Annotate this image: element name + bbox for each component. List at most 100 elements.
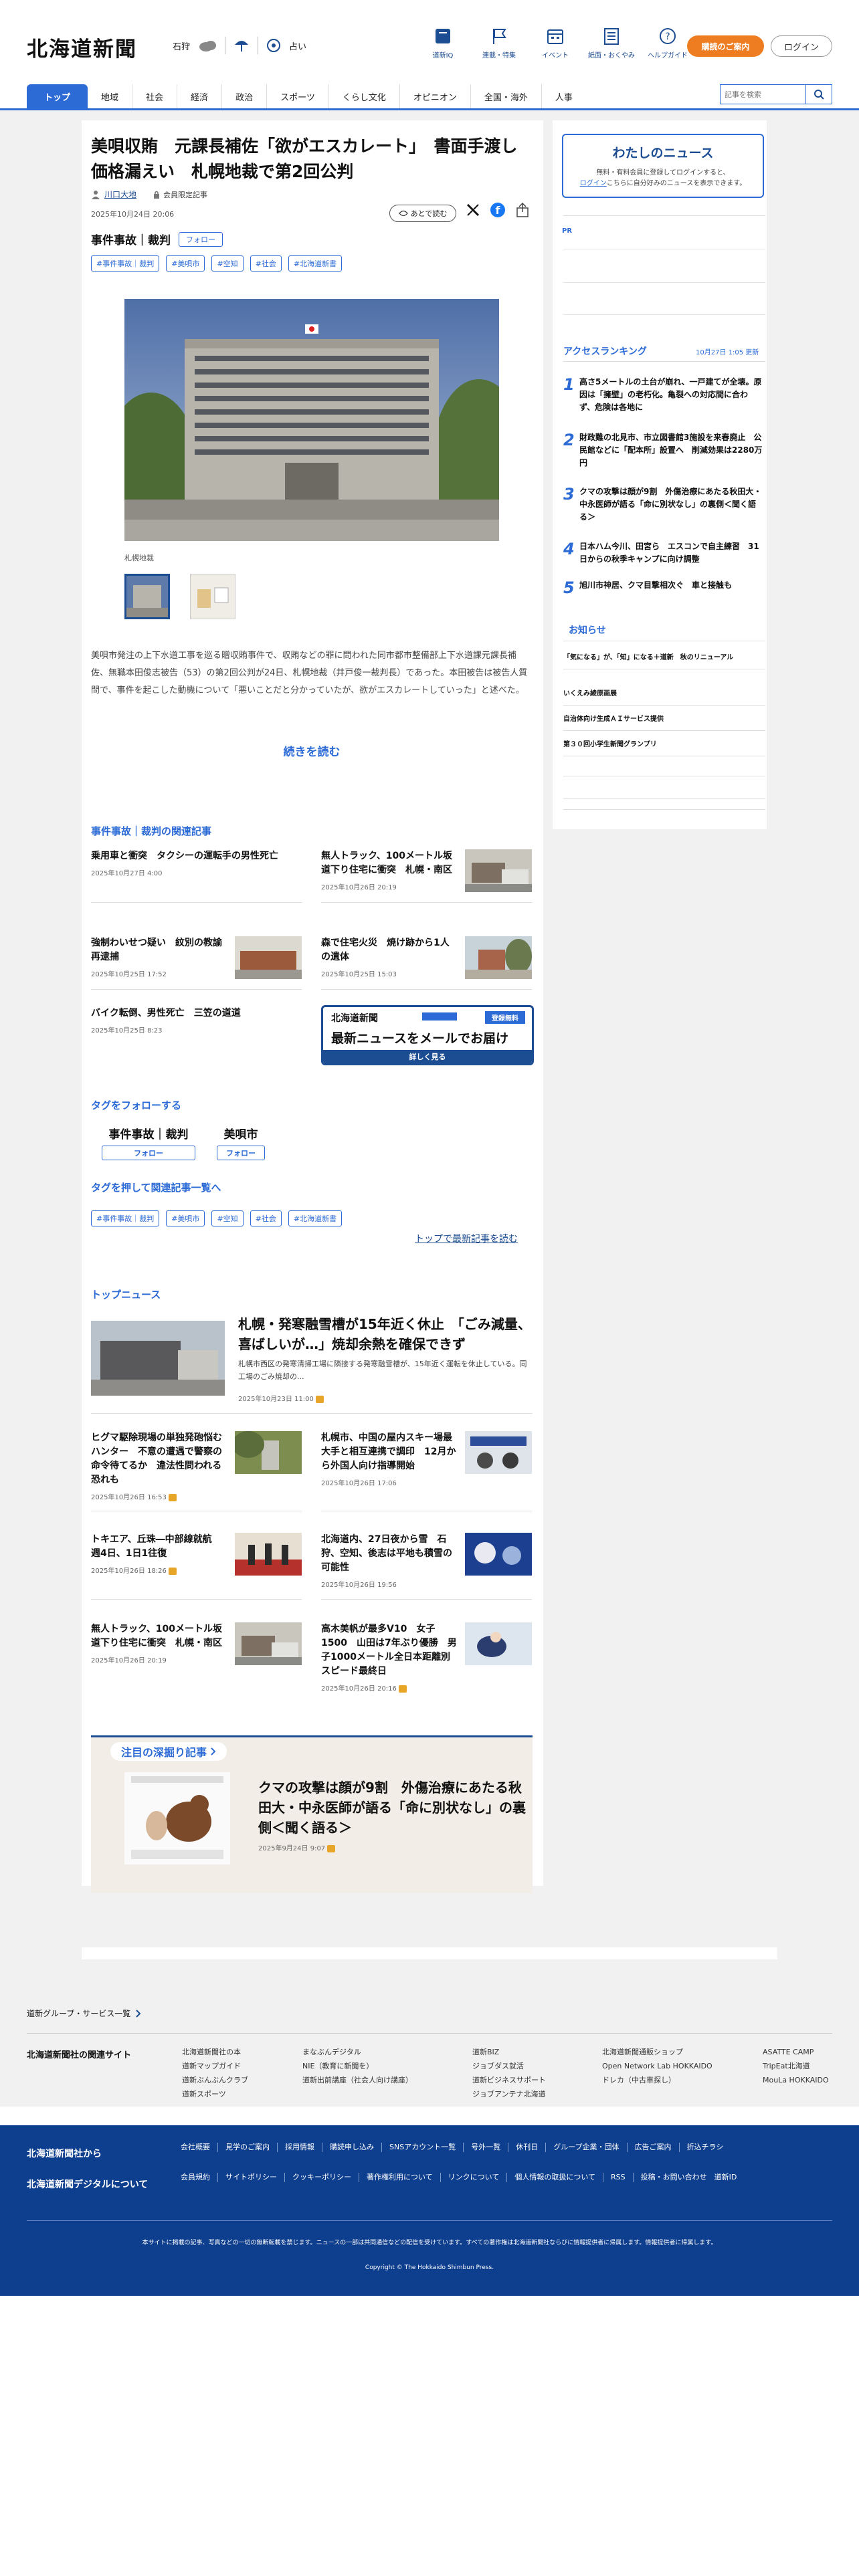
search-input[interactable]: [720, 84, 805, 104]
footer-link[interactable]: 見学のご案内: [218, 2143, 278, 2152]
footer-link[interactable]: 採用情報: [278, 2143, 322, 2152]
related-article[interactable]: 強制わいせつ疑い 紋別の教諭再逮捕 2025年10月25日 17:52: [91, 936, 302, 990]
notice-item[interactable]: いくえみ綾原画展: [563, 689, 765, 706]
ranking-item[interactable]: 1 高さ5メートルの土台が崩れ、一戸建てが全壊。原因は「擁壁」の老朽化。亀裂への対…: [563, 376, 765, 414]
tag-link[interactable]: #事件事故｜裁判: [91, 255, 160, 272]
header-icon-event[interactable]: イベント: [527, 27, 583, 60]
footer-link[interactable]: SNSアカウント一覧: [382, 2143, 464, 2152]
site-link[interactable]: Open Network Lab HOKKAIDO: [602, 2062, 712, 2070]
site-link[interactable]: MouLa HOKKAIDO: [763, 2076, 829, 2084]
deep-dive-label[interactable]: 注目の深掘り記事: [110, 1742, 227, 1761]
header-icon-paper[interactable]: 紙面・おくやみ: [583, 27, 640, 60]
site-link[interactable]: 道新ぶんぶんクラブ: [182, 2076, 248, 2084]
site-link[interactable]: 道新マップガイド: [182, 2062, 241, 2070]
nav-item-culture[interactable]: くらし文化: [329, 84, 400, 108]
subscribe-button[interactable]: 購読のご案内: [687, 35, 764, 57]
notice-item[interactable]: 自治体向け生成ＡＩサービス提供: [563, 714, 765, 731]
tag-link[interactable]: #北海道新書: [288, 255, 343, 272]
nav-item-personnel[interactable]: 人事: [542, 84, 586, 108]
nav-item-politics[interactable]: 政治: [222, 84, 268, 108]
read-more-link[interactable]: 続きを読む: [91, 742, 533, 759]
site-link[interactable]: ドレカ（中古車探し）: [602, 2076, 676, 2084]
site-link[interactable]: まなぶんデジタル: [302, 2048, 361, 2056]
top-news-item[interactable]: トキエア、丘珠―中部線就航 週4日、1日1往復 2025年10月26日 18:2…: [91, 1533, 302, 1600]
footer-link[interactable]: グループ企業・団体: [546, 2143, 628, 2152]
article-photo[interactable]: [124, 299, 499, 541]
tag-link[interactable]: #社会: [250, 255, 282, 272]
header-icon-iq[interactable]: 道新IQ: [415, 27, 471, 60]
header-icon-series[interactable]: 連載・特集: [471, 27, 527, 60]
weather-widget[interactable]: 石狩 占い: [173, 29, 306, 62]
footer-link[interactable]: 広告ご案内: [628, 2143, 680, 2152]
footer-link[interactable]: サイトポリシー: [218, 2173, 285, 2182]
related-article[interactable]: 無人トラック、100メートル坂道下り住宅に衝突 札幌・南区 2025年10月26…: [321, 849, 532, 903]
top-news-lead-title[interactable]: 札幌・発寒融雪槽が15年近く休止 「ごみ減量、喜ばしいが…」焼却余熱を確保できず: [238, 1314, 533, 1354]
ranking-title[interactable]: アクセスランキング: [563, 344, 647, 358]
nav-item-sports[interactable]: スポーツ: [267, 84, 329, 108]
notice-title[interactable]: お知らせ: [569, 623, 606, 637]
deep-dive-title[interactable]: クマの攻撃は顔が9割 外傷治療にあたる秋田大・中永医師が語る「命に別状なし」の裏…: [258, 1778, 526, 1838]
tag-link[interactable]: #美唄市: [166, 1210, 205, 1226]
top-news-lead-image[interactable]: [91, 1321, 225, 1396]
site-link[interactable]: 道新出前講座（社会人向け講座）: [302, 2076, 413, 2084]
tag-link[interactable]: #空知: [211, 255, 244, 272]
footer-link[interactable]: 休刊日: [508, 2143, 547, 2152]
site-link[interactable]: 北海道新聞通販ショップ: [602, 2048, 683, 2056]
footer-link[interactable]: 会員規約: [181, 2173, 218, 2182]
footer-link[interactable]: リンクについて: [441, 2173, 508, 2182]
nav-item-world[interactable]: 全国・海外: [471, 84, 542, 108]
top-news-item[interactable]: 無人トラック、100メートル坂道下り住宅に衝突 札幌・南区 2025年10月26…: [91, 1622, 302, 1696]
top-news-item[interactable]: 北海道内、27日夜から雪 石狩、空知、後志は平地も積雪の可能性 2025年10月…: [321, 1533, 532, 1600]
footer-link[interactable]: 購読申し込み: [322, 2143, 382, 2152]
notice-item[interactable]: 「気になる」が、「知」になる＋道新 秋のリニューアル: [563, 653, 765, 669]
tag-link[interactable]: #空知: [211, 1210, 244, 1226]
deep-dive-image[interactable]: [124, 1772, 230, 1864]
footer-link[interactable]: 会社概要: [181, 2143, 218, 2152]
site-link[interactable]: ASATTE CAMP: [763, 2048, 814, 2056]
site-link[interactable]: TripEat北海道: [763, 2062, 810, 2070]
x-share-icon[interactable]: [466, 203, 480, 217]
nav-item-society[interactable]: 社会: [132, 84, 178, 108]
read-later-button[interactable]: あとで読む: [389, 205, 456, 222]
related-article[interactable]: 森で住宅火災 焼け跡から1人の遺体 2025年10月25日 15:03: [321, 936, 532, 990]
tag-link[interactable]: #北海道新書: [288, 1210, 343, 1226]
latest-articles-link[interactable]: トップで最新記事を読む: [415, 1232, 518, 1245]
footer-link[interactable]: 道新ID: [714, 2173, 745, 2182]
search-button[interactable]: [805, 84, 832, 104]
follow-tag-button[interactable]: フォロー: [217, 1146, 265, 1160]
site-link[interactable]: ジョブダス就活: [472, 2062, 524, 2070]
footer-link[interactable]: RSS: [603, 2173, 634, 2182]
tag-link[interactable]: #社会: [250, 1210, 282, 1226]
tag-link[interactable]: #美唄市: [166, 255, 205, 272]
group-services-link[interactable]: 道新グループ・サービス一覧: [27, 2008, 141, 2019]
site-link[interactable]: 道新BIZ: [472, 2048, 499, 2056]
ranking-item[interactable]: 5 旭川市神居、クマ目撃相次ぐ 車と接触も: [563, 579, 765, 597]
site-link[interactable]: 道新スポーツ: [182, 2090, 226, 2099]
footer-link[interactable]: クッキーポリシー: [285, 2173, 359, 2182]
footer-link[interactable]: 折込チラシ: [680, 2143, 731, 2152]
login-button[interactable]: ログイン: [771, 35, 832, 57]
share-icon[interactable]: [515, 202, 530, 218]
facebook-share-icon[interactable]: f: [490, 202, 506, 218]
photo-thumbnail[interactable]: [124, 574, 170, 619]
related-article[interactable]: 乗用車と衝突 タクシーの運転手の男性死亡 2025年10月27日 4:00: [91, 849, 302, 903]
mail-newsletter-banner[interactable]: 北海道新聞 登録無料 最新ニュースをメールでお届け 詳しく見る: [321, 1005, 534, 1065]
nav-item-top[interactable]: トップ: [27, 84, 88, 108]
ranking-item[interactable]: 3 クマの攻撃は顔が9割 外傷治療にあたる秋田大・中永医師が語る「命に別状なし」の…: [563, 486, 765, 524]
author-link[interactable]: 川口大地: [104, 189, 136, 200]
site-link[interactable]: 道新ビジネスサポート: [472, 2076, 546, 2084]
tag-link[interactable]: #事件事故｜裁判: [91, 1210, 160, 1226]
notice-item[interactable]: 第３０回小学生新聞グランプリ: [563, 740, 765, 756]
photo-thumbnail[interactable]: [190, 574, 235, 619]
my-news-login-link[interactable]: ログイン: [580, 180, 607, 187]
nav-item-opinion[interactable]: オピニオン: [400, 84, 471, 108]
site-link[interactable]: NIE（教育に新聞を）: [302, 2062, 373, 2070]
footer-link[interactable]: 投稿・お問い合わせ: [634, 2173, 714, 2182]
related-article[interactable]: バイク転倒、男性死亡 三笠の道道 2025年10月25日 8:23: [91, 1006, 302, 1060]
top-news-item[interactable]: 高木美帆が最多V10 女子1500 山田は7年ぶり優勝 男子1000メートル全日…: [321, 1622, 532, 1696]
top-news-item[interactable]: 札幌市、中国の屋内スキー場最大手と相互連携で調印 12月から外国人向け指導開始 …: [321, 1431, 532, 1511]
footer-link[interactable]: 号外一覧: [464, 2143, 509, 2152]
ranking-item[interactable]: 4 日本ハム今川、田宮ら エスコンで自主練習 31日からの秋季キャンプに向け調整: [563, 540, 765, 566]
follow-tag-button[interactable]: フォロー: [102, 1146, 195, 1160]
footer-link[interactable]: 個人情報の取扱について: [507, 2173, 604, 2182]
